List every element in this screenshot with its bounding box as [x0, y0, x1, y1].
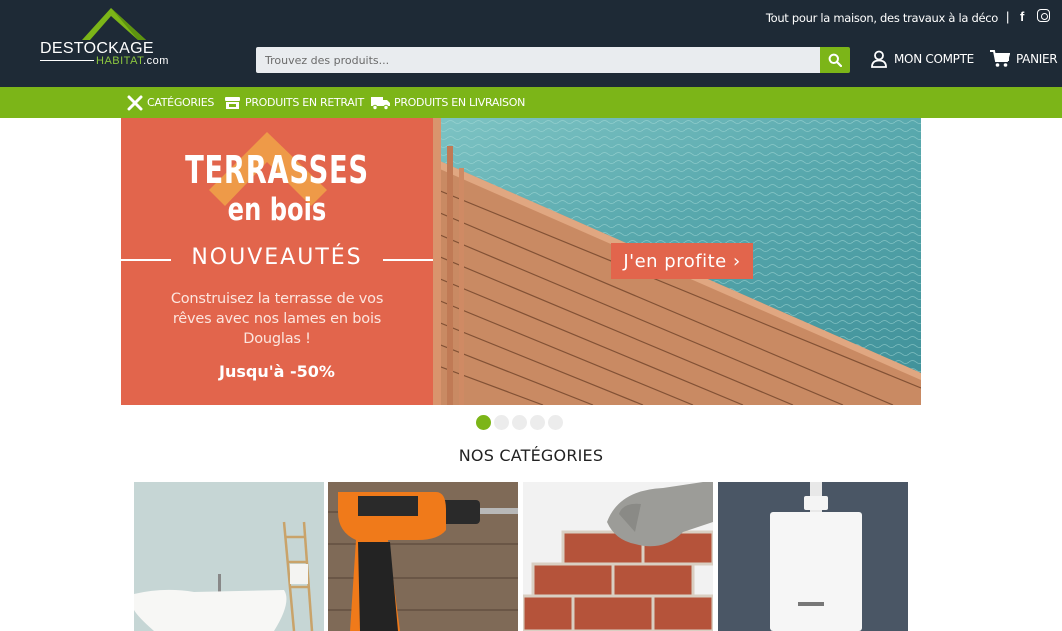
nav-item-categories-label: CATÉGORIES [147, 96, 215, 109]
cart-icon [990, 50, 1010, 67]
search-button[interactable] [820, 47, 850, 73]
hero-banner[interactable]: TERRASSES en bois NOUVEAUTÉS Construisez… [121, 118, 921, 405]
nav-item-pickup-label: PRODUITS EN RETRAIT [245, 96, 364, 109]
carousel-dot-1[interactable] [476, 415, 491, 430]
hero-divider-right [383, 259, 433, 261]
tagline: Tout pour la maison, des travaux à la dé… [765, 11, 998, 25]
instagram-icon[interactable] [1037, 9, 1050, 22]
categories-title: NOS CATÉGORIES [458, 446, 604, 465]
tools-icon [127, 95, 143, 110]
bathtub-image [134, 482, 324, 631]
carousel-dot-3[interactable] [512, 415, 527, 430]
user-icon [871, 50, 887, 68]
store-icon [225, 96, 240, 109]
logo-sub: HABITAT.com [96, 55, 169, 67]
logo[interactable]: DESTOCKAGE HABITAT.com [36, 4, 186, 74]
hero-badge: NOUVEAUTÉS [191, 245, 363, 270]
hero-title-line2: en bois [227, 192, 327, 228]
carousel-dots [476, 415, 563, 430]
hero-cta-button[interactable]: J'en profite › [611, 243, 753, 279]
hero-title-line1: TERRASSES [185, 148, 369, 192]
boiler-image [718, 482, 908, 631]
hero-text-panel: TERRASSES en bois NOUVEAUTÉS Construisez… [121, 118, 433, 405]
nav-item-categories[interactable]: CATÉGORIES [127, 87, 214, 118]
search-input[interactable] [256, 47, 820, 73]
nav-item-delivery-label: PRODUITS EN LIVRAISON [394, 96, 526, 109]
logo-sub-text: HABITAT [96, 55, 144, 67]
cart-link[interactable]: PANIER [990, 50, 1058, 68]
account-link[interactable]: MON COMPTE [870, 50, 974, 68]
category-tools[interactable] [328, 482, 518, 631]
search-icon [828, 53, 842, 67]
hero-promo: Jusqu'à -50% [219, 362, 335, 381]
logo-divider [40, 60, 94, 61]
account-label: MON COMPTE [894, 52, 974, 66]
truck-icon [371, 96, 390, 110]
carousel-dot-5[interactable] [548, 415, 563, 430]
facebook-icon[interactable]: f [1020, 9, 1024, 24]
category-masonry[interactable] [523, 482, 713, 631]
logo-domain: .com [143, 55, 169, 67]
nav-item-delivery[interactable]: PRODUITS EN LIVRAISON [371, 87, 525, 118]
carousel-dot-4[interactable] [530, 415, 545, 430]
nav-item-pickup[interactable]: PRODUITS EN RETRAIT [224, 87, 364, 118]
hero-description: Construisez la terrasse de vos rêves ave… [170, 291, 384, 347]
category-heating[interactable] [718, 482, 908, 631]
tagline-separator: | [1006, 9, 1010, 24]
header: DESTOCKAGE HABITAT.com Tout pour la mais… [0, 0, 1062, 87]
bricks-image [523, 482, 713, 631]
carousel-dot-2[interactable] [494, 415, 509, 430]
main-nav: CATÉGORIES PRODUITS EN RETRAIT PRODUITS … [0, 87, 1062, 118]
category-bathroom[interactable] [134, 482, 324, 631]
cart-label: PANIER [1016, 52, 1058, 66]
drill-image [328, 482, 518, 631]
